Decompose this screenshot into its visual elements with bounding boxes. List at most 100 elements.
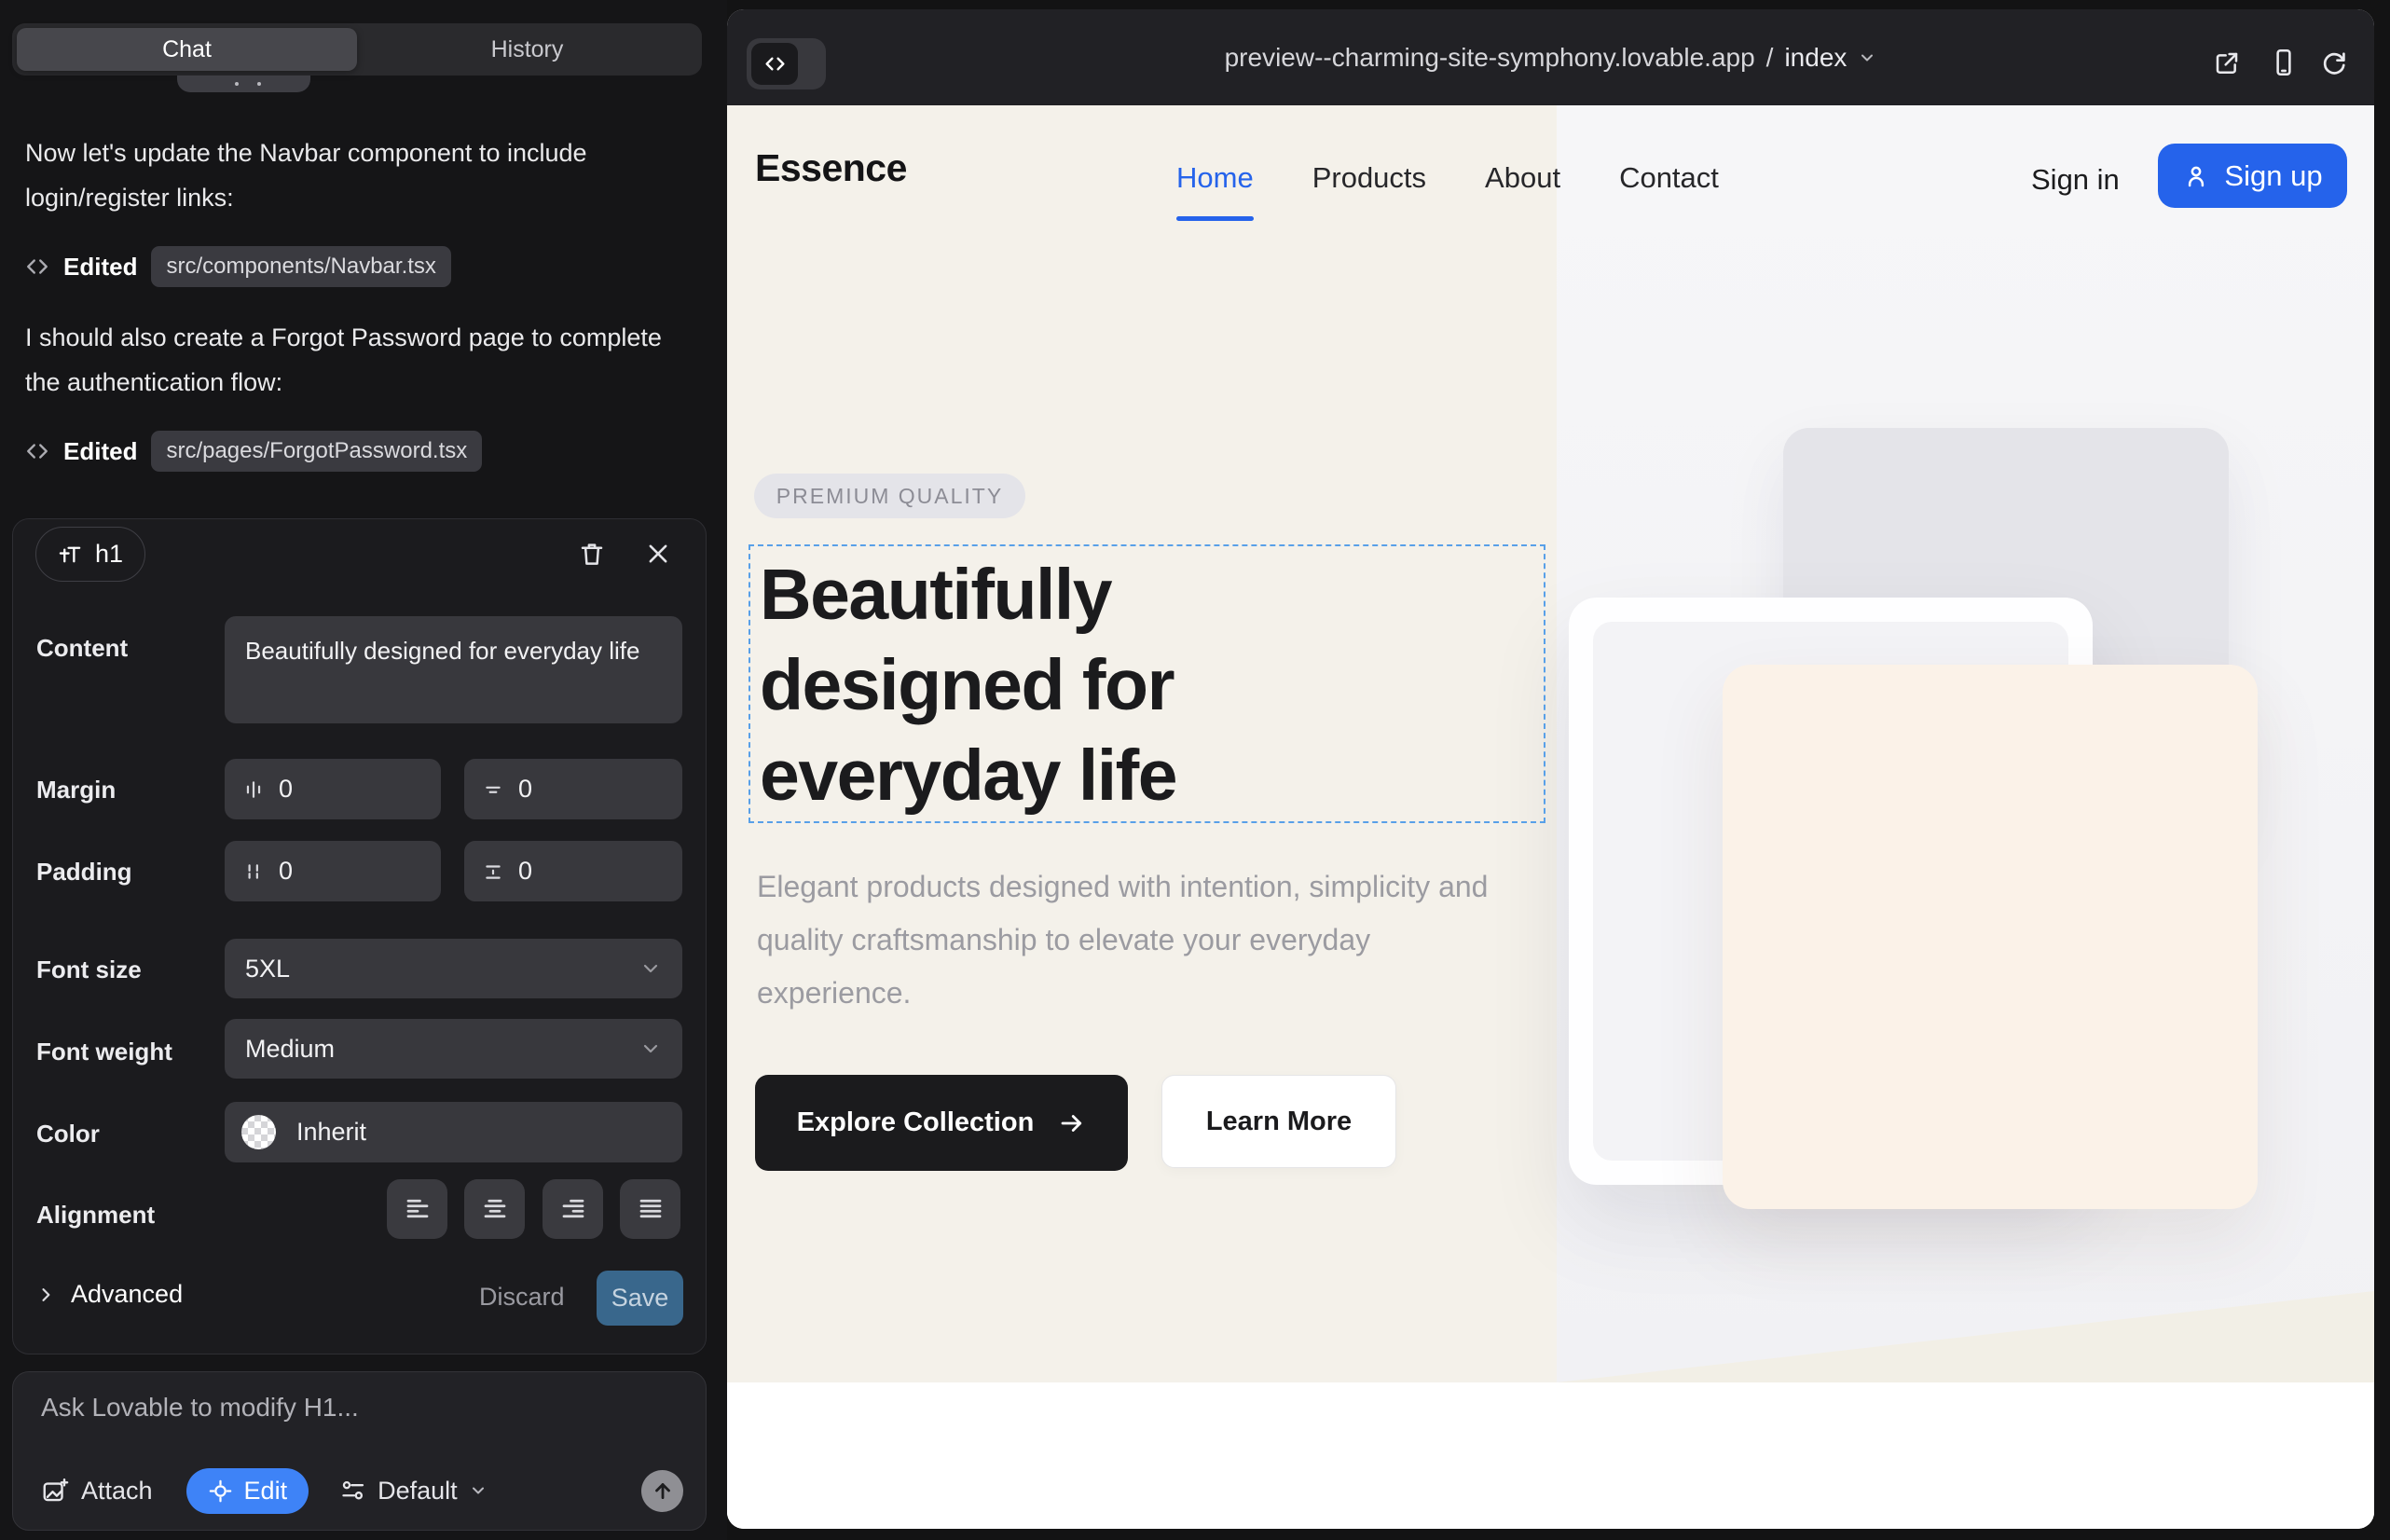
smartphone-icon[interactable]: [2268, 47, 2300, 78]
nav-link-contact[interactable]: Contact: [1619, 161, 1719, 195]
scrolled-message-pill: [177, 76, 310, 92]
align-right-icon: [559, 1195, 587, 1223]
composer-input[interactable]: [41, 1393, 675, 1454]
nav-link-home[interactable]: Home: [1176, 161, 1254, 195]
color-label: Color: [36, 1120, 100, 1148]
font-weight-select[interactable]: Medium: [225, 1019, 682, 1079]
chat-sidebar: Chat History Now let's update the Navbar…: [0, 0, 727, 1540]
user-icon: [2182, 162, 2210, 190]
lovable-app: Chat History Now let's update the Navbar…: [0, 0, 2390, 1540]
nav-link-about[interactable]: About: [1485, 161, 1560, 195]
selected-element-outline[interactable]: Beautifully designed for everyday life: [749, 544, 1545, 823]
font-weight-label: Font weight: [36, 1038, 172, 1066]
alignment-label: Alignment: [36, 1201, 155, 1230]
hero-paragraph: Elegant products designed with intention…: [757, 860, 1503, 1020]
chevron-down-icon: [1858, 48, 1876, 67]
mode-label: Default: [378, 1477, 458, 1506]
edit-mode-button[interactable]: Edit: [186, 1468, 309, 1514]
url-bar[interactable]: preview--charming-site-symphony.lovable.…: [727, 9, 2374, 105]
margin-horizontal-input[interactable]: 0: [225, 759, 441, 819]
send-button[interactable]: [641, 1470, 683, 1512]
color-value: Inherit: [296, 1118, 366, 1147]
code-icon: [25, 254, 49, 279]
section-below-hero: [727, 1382, 2374, 1529]
explore-collection-button[interactable]: Explore Collection: [755, 1075, 1128, 1171]
font-size-select[interactable]: 5XL: [225, 939, 682, 998]
padding-horizontal-value: 0: [279, 857, 293, 886]
padding-vertical-input[interactable]: 0: [464, 841, 682, 901]
color-swatch: [241, 1115, 276, 1149]
attach-image-icon: [41, 1477, 69, 1505]
text-type-icon: [58, 542, 83, 567]
file-edit-row: Edited src/components/Navbar.tsx: [25, 244, 451, 289]
assistant-message: I should also create a Forgot Password p…: [25, 315, 683, 405]
align-right-button[interactable]: [543, 1179, 603, 1239]
edited-file-chip[interactable]: src/components/Navbar.tsx: [151, 246, 450, 287]
advanced-toggle[interactable]: Advanced: [36, 1280, 183, 1309]
discard-button[interactable]: Discard: [479, 1283, 565, 1312]
hero-badge: PREMIUM QUALITY: [754, 474, 1025, 518]
preview-topbar: preview--charming-site-symphony.lovable.…: [727, 9, 2374, 105]
sign-up-label: Sign up: [2224, 159, 2322, 193]
sign-up-button[interactable]: Sign up: [2158, 144, 2347, 208]
attach-button[interactable]: Attach: [41, 1477, 153, 1506]
site-logo[interactable]: Essence: [755, 146, 907, 190]
font-weight-value: Medium: [245, 1035, 335, 1064]
font-size-value: 5XL: [245, 955, 290, 983]
margin-vertical-input[interactable]: 0: [464, 759, 682, 819]
element-editor-panel: h1 Content Beautifully designed for ever…: [12, 518, 707, 1354]
chat-composer: Attach Edit Default: [12, 1371, 707, 1531]
element-tag-label: h1: [95, 540, 123, 569]
padding-horizontal-input[interactable]: 0: [225, 841, 441, 901]
hero-cta-row: Explore Collection Learn More: [755, 1075, 1396, 1171]
attach-label: Attach: [81, 1477, 153, 1506]
tab-chat[interactable]: Chat: [17, 28, 357, 71]
preview-frame: preview--charming-site-symphony.lovable.…: [727, 9, 2374, 1529]
send-arrow-icon: [651, 1478, 675, 1503]
color-select[interactable]: Inherit: [225, 1102, 682, 1162]
hero-heading: Beautifully designed for everyday life: [760, 550, 1176, 821]
site-preview: Essence Home Products About Contact Sign…: [727, 105, 2374, 1529]
code-preview-toggle[interactable]: [747, 38, 826, 89]
explore-collection-label: Explore Collection: [797, 1107, 1035, 1138]
edited-label: Edited: [63, 253, 137, 282]
open-in-new-icon[interactable]: [2212, 48, 2242, 78]
hero-heading-line: Beautifully: [760, 550, 1176, 640]
align-center-icon: [481, 1195, 509, 1223]
code-icon: [25, 439, 49, 463]
edited-label: Edited: [63, 437, 137, 466]
chevron-down-icon: [639, 1038, 662, 1060]
advanced-label: Advanced: [71, 1280, 183, 1309]
align-center-button[interactable]: [464, 1179, 525, 1239]
padding-horizontal-icon: [243, 861, 264, 882]
nav-link-products[interactable]: Products: [1312, 161, 1426, 195]
hero-placeholder-card-cream: [1723, 665, 2258, 1209]
margin-label: Margin: [36, 776, 116, 804]
page-name: index: [1784, 43, 1847, 73]
padding-vertical-value: 0: [518, 857, 532, 886]
padding-label: Padding: [36, 858, 132, 887]
learn-more-button[interactable]: Learn More: [1161, 1075, 1396, 1168]
align-left-button[interactable]: [387, 1179, 447, 1239]
chevron-down-icon: [469, 1481, 488, 1500]
chat-history-tabs: Chat History: [12, 23, 702, 76]
padding-vertical-icon: [483, 861, 503, 882]
content-input[interactable]: Beautifully designed for everyday life: [225, 616, 682, 723]
margin-vertical-icon: [483, 779, 503, 800]
save-button[interactable]: Save: [597, 1271, 683, 1326]
edited-file-chip[interactable]: src/pages/ForgotPassword.tsx: [151, 431, 482, 472]
refresh-icon[interactable]: [2319, 48, 2349, 78]
model-mode-button[interactable]: Default: [340, 1477, 488, 1506]
element-tag-pill[interactable]: h1: [35, 527, 145, 582]
align-justify-button[interactable]: [620, 1179, 680, 1239]
tab-history[interactable]: History: [357, 28, 697, 71]
sign-in-link[interactable]: Sign in: [2031, 163, 2120, 197]
align-left-icon: [404, 1195, 432, 1223]
chevron-down-icon: [639, 957, 662, 980]
align-justify-icon: [637, 1195, 665, 1223]
arrow-right-icon: [1058, 1109, 1086, 1137]
code-icon: [751, 43, 798, 85]
delete-element-button[interactable]: [578, 540, 608, 570]
close-icon[interactable]: [645, 541, 675, 571]
composer-toolbar: Attach Edit Default: [41, 1467, 683, 1514]
